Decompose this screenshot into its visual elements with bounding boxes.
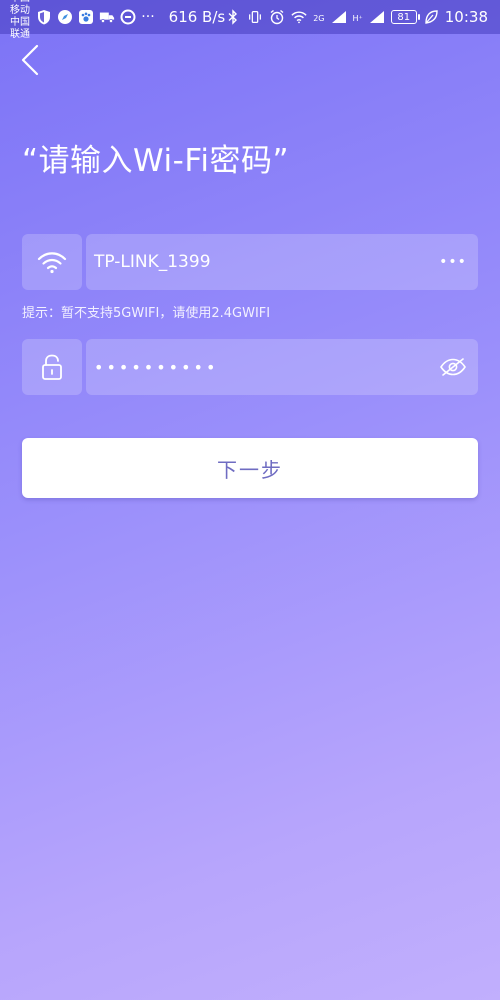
wifi-ssid-field[interactable]: TP-LINK_1399 ••• xyxy=(86,234,478,290)
lock-icon-box xyxy=(22,339,82,395)
more-notifications-icon: ··· xyxy=(141,9,155,25)
wifi-icon xyxy=(37,252,67,274)
toggle-password-visibility[interactable] xyxy=(438,352,468,382)
carrier-2: 中国联通 xyxy=(10,17,30,40)
wifi-status-icon xyxy=(291,9,307,25)
clock: 10:38 xyxy=(444,8,488,26)
paw-app-icon xyxy=(78,9,94,25)
signal-2g-label: 2G xyxy=(313,14,325,23)
battery-level: 81 xyxy=(397,11,411,23)
system-icons: 2G H⁺ 81 10:38 xyxy=(225,8,488,26)
page-title: “请输入Wi-Fi密码” xyxy=(22,143,290,179)
more-options-icon[interactable]: ••• xyxy=(438,247,468,277)
e-app-icon xyxy=(120,9,136,25)
shield-icon xyxy=(36,9,52,25)
bluetooth-icon xyxy=(225,9,241,25)
password-masked-value: •••••••••• xyxy=(94,357,219,377)
signal-h-label: H⁺ xyxy=(352,14,363,23)
status-bar: 中国移动 中国联通 ··· 616 B/s xyxy=(0,0,500,40)
wifi-ssid-value: TP-LINK_1399 xyxy=(94,252,211,272)
compass-app-icon xyxy=(57,9,73,25)
lock-icon xyxy=(42,354,62,380)
leaf-icon xyxy=(423,9,439,25)
notification-icons: ··· xyxy=(36,9,155,25)
alarm-icon xyxy=(269,9,285,25)
network-speed: 616 B/s xyxy=(168,8,226,26)
signal-icon-1 xyxy=(331,9,347,25)
wifi-hint-text: 提示：暂不支持5GWIFI，请使用2.4GWIFI xyxy=(22,306,271,321)
vibrate-icon xyxy=(247,9,263,25)
carrier-labels: 中国移动 中国联通 xyxy=(10,0,30,41)
chevron-left-icon xyxy=(21,44,39,76)
next-step-button[interactable]: 下一步 xyxy=(22,438,478,498)
battery-indicator: 81 xyxy=(390,10,420,24)
truck-icon xyxy=(99,9,115,25)
password-field[interactable]: •••••••••• xyxy=(86,339,478,395)
back-button[interactable] xyxy=(14,42,46,78)
signal-icon-2 xyxy=(369,9,385,25)
wifi-icon-box xyxy=(22,234,82,290)
eye-hidden-icon xyxy=(440,358,466,376)
carrier-1: 中国移动 xyxy=(10,0,30,16)
more-options-dots: ••• xyxy=(439,254,467,270)
